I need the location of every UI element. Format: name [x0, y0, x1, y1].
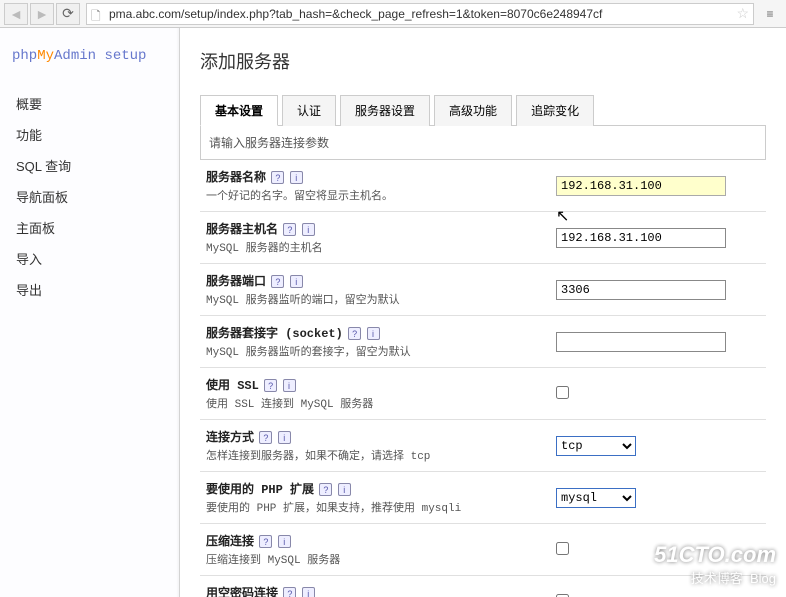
row-host: 服务器主机名 ? i MySQL 服务器的主机名	[200, 212, 766, 264]
label-extension: 要使用的 PHP 扩展	[206, 483, 314, 497]
info-icon[interactable]: i	[283, 379, 296, 392]
forward-button[interactable]: ►	[30, 3, 54, 25]
settings-form: 服务器名称 ? i 一个好记的名字。留空将显示主机名。 服务器主机名 ? i M…	[200, 160, 766, 597]
help-icon[interactable]: ?	[271, 171, 284, 184]
logo: phpMyAdmin setup	[12, 48, 167, 64]
info-icon[interactable]: i	[367, 327, 380, 340]
input-socket[interactable]	[556, 332, 726, 352]
checkbox-ssl[interactable]	[556, 386, 569, 399]
help-extension: 要使用的 PHP 扩展，如果支持，推荐使用 mysqli	[206, 499, 544, 515]
reload-button[interactable]: ⟳	[56, 3, 80, 25]
sidebar: phpMyAdmin setup 概要 功能 SQL 查询 导航面板 主面板 导…	[0, 28, 180, 597]
help-compress: 压缩连接到 MySQL 服务器	[206, 551, 544, 567]
sidebar-item-export[interactable]: 导出	[12, 274, 167, 305]
label-connection: 连接方式	[206, 431, 254, 445]
help-icon[interactable]: ?	[259, 535, 272, 548]
row-port: 服务器端口 ? i MySQL 服务器监听的端口，留空为默认	[200, 264, 766, 316]
tab-advanced[interactable]: 高级功能	[434, 95, 512, 126]
help-socket: MySQL 服务器监听的套接字，留空为默认	[206, 343, 544, 359]
row-server-name: 服务器名称 ? i 一个好记的名字。留空将显示主机名。	[200, 160, 766, 212]
input-port[interactable]	[556, 280, 726, 300]
tab-server[interactable]: 服务器设置	[340, 95, 430, 126]
label-ssl: 使用 SSL	[206, 379, 259, 393]
select-connection[interactable]: tcp	[556, 436, 636, 456]
sidebar-item-import[interactable]: 导入	[12, 243, 167, 274]
back-button[interactable]: ◄	[4, 3, 28, 25]
row-extension: 要使用的 PHP 扩展 ? i 要使用的 PHP 扩展，如果支持，推荐使用 my…	[200, 472, 766, 524]
label-compress: 压缩连接	[206, 535, 254, 549]
help-icon[interactable]: ?	[283, 223, 296, 236]
sidebar-item-features[interactable]: 功能	[12, 119, 167, 150]
label-socket: 服务器套接字 (socket)	[206, 327, 343, 341]
help-icon[interactable]: ?	[283, 587, 296, 597]
bookmark-star-icon[interactable]: ☆	[736, 5, 749, 22]
row-connection: 连接方式 ? i 怎样连接到服务器，如果不确定，请选择 tcp tcp	[200, 420, 766, 472]
help-icon[interactable]: ?	[348, 327, 361, 340]
select-extension[interactable]: mysql	[556, 488, 636, 508]
page-title: 添加服务器	[200, 48, 766, 74]
label-nopassword: 用空密码连接	[206, 587, 278, 597]
help-port: MySQL 服务器监听的端口，留空为默认	[206, 291, 544, 307]
checkbox-nopassword[interactable]	[556, 594, 569, 597]
info-icon[interactable]: i	[278, 535, 291, 548]
tab-description: 请输入服务器连接参数	[200, 126, 766, 160]
help-icon[interactable]: ?	[264, 379, 277, 392]
info-icon[interactable]: i	[290, 171, 303, 184]
url-text: pma.abc.com/setup/index.php?tab_hash=&ch…	[109, 7, 732, 21]
sidebar-item-navpanel[interactable]: 导航面板	[12, 181, 167, 212]
sidebar-item-sql[interactable]: SQL 查询	[12, 150, 167, 181]
help-icon[interactable]: ?	[271, 275, 284, 288]
tab-bar: 基本设置 认证 服务器设置 高级功能 追踪变化	[200, 94, 766, 126]
menu-button[interactable]: ≡	[758, 3, 782, 25]
label-port: 服务器端口	[206, 275, 266, 289]
row-ssl: 使用 SSL ? i 使用 SSL 连接到 MySQL 服务器	[200, 368, 766, 420]
main-content: 添加服务器 基本设置 认证 服务器设置 高级功能 追踪变化 请输入服务器连接参数…	[180, 28, 786, 597]
watermark: 51CTO.com 技术博客 Blog	[654, 542, 776, 587]
info-icon[interactable]: i	[278, 431, 291, 444]
label-host: 服务器主机名	[206, 223, 278, 237]
page-icon: 🗋	[91, 7, 105, 21]
sidebar-item-mainpanel[interactable]: 主面板	[12, 212, 167, 243]
help-icon[interactable]: ?	[319, 483, 332, 496]
input-server-name[interactable]	[556, 176, 726, 196]
checkbox-compress[interactable]	[556, 542, 569, 555]
help-ssl: 使用 SSL 连接到 MySQL 服务器	[206, 395, 544, 411]
help-connection: 怎样连接到服务器，如果不确定，请选择 tcp	[206, 447, 544, 463]
info-icon[interactable]: i	[290, 275, 303, 288]
info-icon[interactable]: i	[338, 483, 351, 496]
tab-basic[interactable]: 基本设置	[200, 95, 278, 126]
row-socket: 服务器套接字 (socket) ? i MySQL 服务器监听的套接字，留空为默…	[200, 316, 766, 368]
sidebar-item-overview[interactable]: 概要	[12, 88, 167, 119]
browser-toolbar: ◄ ► ⟳ 🗋 pma.abc.com/setup/index.php?tab_…	[0, 0, 786, 28]
sidebar-nav: 概要 功能 SQL 查询 导航面板 主面板 导入 导出	[12, 88, 167, 305]
address-bar[interactable]: 🗋 pma.abc.com/setup/index.php?tab_hash=&…	[86, 3, 754, 25]
label-server-name: 服务器名称	[206, 171, 266, 185]
info-icon[interactable]: i	[302, 223, 315, 236]
tab-tracking[interactable]: 追踪变化	[516, 95, 594, 126]
info-icon[interactable]: i	[302, 587, 315, 597]
help-host: MySQL 服务器的主机名	[206, 239, 544, 255]
tab-auth[interactable]: 认证	[282, 95, 336, 126]
help-icon[interactable]: ?	[259, 431, 272, 444]
input-host[interactable]	[556, 228, 726, 248]
help-server-name: 一个好记的名字。留空将显示主机名。	[206, 187, 544, 203]
